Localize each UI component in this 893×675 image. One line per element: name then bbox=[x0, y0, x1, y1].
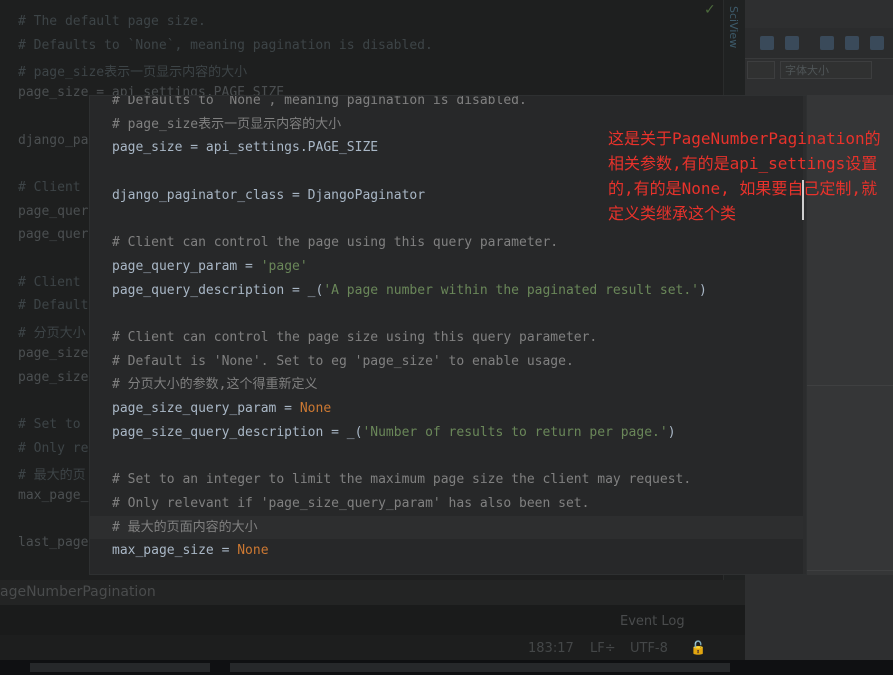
code-line: # Client can control the page using this… bbox=[112, 231, 558, 254]
code-token: max_page_size = bbox=[112, 543, 238, 559]
code-token: # Default is 'None'. Set to eg 'page_siz… bbox=[112, 353, 574, 369]
background-code-line: page_quer bbox=[18, 227, 89, 243]
background-code-line: page_size bbox=[18, 345, 89, 361]
background-code-line: # Default bbox=[18, 298, 89, 314]
background-code-line: # 分页大小 bbox=[18, 326, 86, 342]
lock-icon[interactable]: 🔓 bbox=[690, 641, 706, 656]
code-token: None bbox=[299, 401, 332, 417]
code-token: None bbox=[237, 543, 269, 559]
code-line: page_query_description = _('A page numbe… bbox=[112, 279, 707, 302]
font-size-combo[interactable]: 字体大小 bbox=[780, 61, 872, 79]
font-combo[interactable] bbox=[747, 61, 775, 79]
tool-window-title: ageNumberPagination bbox=[0, 584, 156, 600]
code-token: 'page' bbox=[260, 258, 308, 274]
line-separator[interactable]: LF÷ bbox=[590, 641, 616, 656]
background-code-line: # Client bbox=[18, 179, 81, 195]
background-code-line: # Set to bbox=[18, 416, 81, 432]
code-line: # Client can control the page size using… bbox=[112, 326, 597, 349]
text-cursor bbox=[802, 180, 804, 220]
code-token: ) bbox=[699, 282, 707, 298]
code-line: # Defaults to `None`, meaning pagination… bbox=[112, 96, 527, 112]
code-token: 'Number of results to return per page.' bbox=[362, 424, 668, 440]
toolbar-icon[interactable] bbox=[870, 36, 884, 50]
toolbar-icon[interactable] bbox=[760, 36, 774, 50]
code-token: # Client can control the page using this… bbox=[112, 235, 559, 251]
code-line: # Default is 'None'. Set to eg 'page_siz… bbox=[112, 350, 574, 373]
annotation-note: 这是关于PageNumberPagination的相关参数,有的是api_set… bbox=[608, 129, 881, 223]
event-log-button[interactable]: Event Log bbox=[620, 614, 685, 629]
code-token: 'A page number within the paginated resu… bbox=[323, 282, 700, 298]
code-token: # Only relevant if 'page_size_query_para… bbox=[112, 495, 590, 511]
background-code-line: # 最大的页 bbox=[18, 468, 86, 484]
caret-position[interactable]: 183:17 bbox=[528, 641, 574, 656]
background-code-line: # Defaults to `None`, meaning pagination… bbox=[18, 37, 433, 53]
taskbar bbox=[0, 660, 893, 675]
toolbar-icon[interactable] bbox=[820, 36, 834, 50]
code-line: # page_size表示一页显示内容的大小 bbox=[112, 113, 341, 136]
code-line: page_size_query_param = None bbox=[112, 397, 331, 420]
code-token: page_query_param = bbox=[112, 258, 261, 274]
code-token: ) bbox=[667, 424, 676, 440]
taskbar-item[interactable] bbox=[230, 663, 730, 672]
code-line: page_size = api_settings.PAGE_SIZE bbox=[112, 136, 378, 159]
code-token: page_size = api_settings.PAGE_SIZE bbox=[112, 140, 379, 156]
code-token: # Set to an integer to limit the maximum… bbox=[112, 472, 692, 488]
background-code-line: # Only re bbox=[18, 440, 89, 456]
code-token: django_paginator_class = DjangoPaginator bbox=[112, 187, 426, 203]
background-code-line: django_pa bbox=[18, 132, 89, 148]
code-token: # Client can control the page size using… bbox=[112, 330, 598, 345]
code-token: # Defaults to `None`, meaning pagination… bbox=[112, 96, 527, 108]
background-code-line: page_quer bbox=[18, 203, 89, 219]
code-line: max_page_size = None bbox=[112, 539, 269, 562]
tool-window-bar: Event Log bbox=[0, 605, 745, 635]
toolbar-icon[interactable] bbox=[845, 36, 859, 50]
code-token: page_size_query_param = bbox=[112, 401, 300, 417]
code-line: # Only relevant if 'page_size_query_para… bbox=[112, 492, 589, 515]
background-code-line: # page_size表示一页显示内容的大小 bbox=[18, 65, 248, 81]
file-encoding[interactable]: UTF-8 bbox=[630, 641, 668, 656]
divider bbox=[805, 385, 893, 386]
code-token: page_query_description = _( bbox=[112, 282, 324, 298]
inspection-ok-icon: ✓ bbox=[704, 2, 716, 18]
code-line: page_query_param = 'page' bbox=[112, 255, 308, 278]
sciview-tab[interactable]: SciView bbox=[727, 6, 740, 48]
code-line: # 最大的页面内容的大小 bbox=[112, 516, 258, 539]
tool-window-header: ageNumberPagination bbox=[0, 580, 745, 605]
taskbar-item[interactable] bbox=[30, 663, 210, 672]
code-line: # 分页大小的参数,这个得重新定义 bbox=[112, 373, 317, 396]
background-code-line: max_page_ bbox=[18, 488, 89, 503]
code-token: # 最大的页面内容的大小 bbox=[112, 519, 258, 535]
code-line: # Set to an integer to limit the maximum… bbox=[112, 468, 691, 491]
code-line: django_paginator_class = DjangoPaginator bbox=[112, 184, 425, 207]
code-token: page_size_query_description = _( bbox=[112, 424, 363, 440]
background-code-line: page_size bbox=[18, 369, 89, 385]
code-token: # page_size表示一页显示内容的大小 bbox=[112, 116, 342, 132]
background-code-line: # The default page size. bbox=[18, 14, 206, 29]
divider bbox=[805, 570, 893, 571]
background-code-line: last_page bbox=[18, 535, 89, 551]
background-code-line: # Client bbox=[18, 274, 81, 290]
code-token: # 分页大小的参数,这个得重新定义 bbox=[112, 377, 318, 393]
toolbar-icon[interactable] bbox=[785, 36, 799, 50]
status-bar: 183:17 LF÷ UTF-8 🔓 bbox=[0, 635, 745, 660]
code-line: page_size_query_description = _('Number … bbox=[112, 421, 676, 444]
